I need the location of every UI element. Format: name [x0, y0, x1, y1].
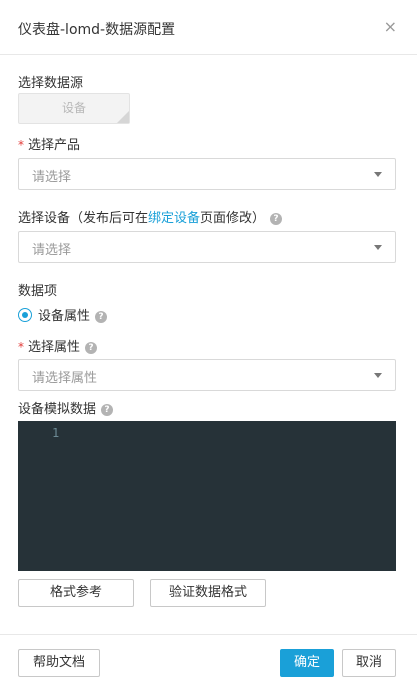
datasource-config-dialog: 仪表盘-lomd-数据源配置 × 选择数据源 设备 * 选择产品 请选择 选择设备…	[0, 0, 417, 688]
datasource-option-device[interactable]: 设备	[18, 93, 130, 124]
datasource-option-label: 设备	[61, 101, 86, 115]
caret-down-icon	[374, 172, 382, 177]
required-mark: *	[18, 138, 24, 152]
confirm-button[interactable]: 确定	[280, 649, 334, 677]
radio-selected-icon[interactable]	[18, 308, 32, 322]
caret-down-icon	[374, 245, 382, 250]
help-icon[interactable]: ?	[95, 311, 108, 323]
property-label-text: 选择属性	[28, 340, 81, 355]
dialog-header: 仪表盘-lomd-数据源配置 ×	[0, 0, 417, 55]
format-reference-button[interactable]: 格式参考	[18, 579, 134, 607]
device-label-text: 选择设备（发布后可在	[18, 211, 149, 226]
product-select-placeholder: 请选择	[32, 170, 72, 185]
required-mark: *	[18, 340, 24, 354]
data-item-label: 数据项	[18, 284, 58, 299]
mock-data-label: 设备模拟数据?	[18, 398, 114, 417]
dialog-title: 仪表盘-lomd-数据源配置	[18, 22, 176, 38]
property-select[interactable]: 请选择属性	[18, 359, 396, 391]
device-label-suffix: 页面修改）	[200, 211, 266, 226]
product-label: * 选择产品	[18, 134, 80, 153]
selected-corner-icon	[117, 111, 129, 123]
product-label-text: 选择产品	[28, 138, 81, 153]
validate-format-button[interactable]: 验证数据格式	[150, 579, 266, 607]
footer-divider	[0, 634, 417, 635]
line-number: 1	[52, 426, 60, 440]
device-label: 选择设备（发布后可在绑定设备页面修改）?	[18, 207, 283, 226]
device-property-radio[interactable]: 设备属性?	[18, 305, 108, 324]
property-select-placeholder: 请选择属性	[32, 371, 98, 386]
cancel-button[interactable]: 取消	[342, 649, 396, 677]
device-select-placeholder: 请选择	[32, 243, 72, 258]
help-icon[interactable]: ?	[101, 404, 114, 416]
datasource-label: 选择数据源	[18, 76, 84, 91]
mock-data-label-text: 设备模拟数据	[18, 402, 97, 417]
help-icon[interactable]: ?	[270, 213, 283, 225]
radio-label: 设备属性	[38, 309, 91, 324]
help-doc-button[interactable]: 帮助文档	[18, 649, 100, 677]
product-select[interactable]: 请选择	[18, 158, 396, 190]
close-icon[interactable]: ×	[384, 17, 397, 37]
property-label: * 选择属性?	[18, 336, 98, 355]
bind-device-link[interactable]: 绑定设备	[148, 211, 200, 226]
caret-down-icon	[374, 373, 382, 378]
device-select[interactable]: 请选择	[18, 231, 396, 263]
mock-data-editor[interactable]: 1	[18, 421, 396, 571]
help-icon[interactable]: ?	[85, 342, 98, 354]
